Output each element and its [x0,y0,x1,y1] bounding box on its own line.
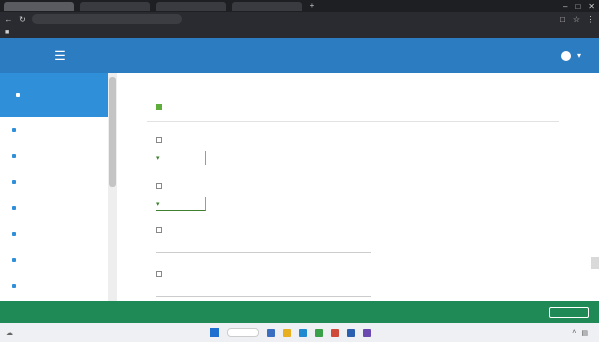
bullet-icon [12,154,16,158]
chevron-down-icon: ▾ [156,200,160,208]
teams-icon[interactable] [363,328,371,337]
hamburger-icon[interactable]: ☰ [52,48,68,64]
bullet-icon [12,206,16,210]
main-panel: ▾ ▾ [117,73,599,301]
field-icon [156,227,162,233]
file-explorer-icon[interactable] [283,328,291,337]
taskbar-apps [210,328,371,337]
bookmark-folder-icon: ■ [5,28,10,36]
weather-widget[interactable]: ☁ [6,329,186,337]
sidebar-item[interactable] [0,169,108,195]
panel-expand-handle[interactable] [591,257,599,269]
footer-bar [0,301,599,323]
address-bar[interactable] [32,14,182,24]
browser-toolbar: ← ↻ □ ☆ ⋮ [0,12,599,26]
footer-button[interactable] [549,306,589,318]
chrome-icon[interactable] [315,328,323,337]
avatar [560,50,571,61]
window-controls: – □ ✕ [563,2,595,11]
form-field [156,225,371,253]
maximize-icon[interactable]: □ [575,2,580,11]
close-icon[interactable]: ✕ [588,2,595,11]
bullet-icon [12,180,16,184]
scrollbar-thumb[interactable] [109,77,116,187]
form-field: ▾ [156,135,356,165]
field-select[interactable]: ▾ [156,197,206,211]
field-value[interactable] [156,241,371,253]
user-menu[interactable]: ▾ [555,50,581,61]
system-tray: ˄ ▤ [572,329,593,337]
chevron-down-icon: ▾ [576,51,581,60]
field-value[interactable] [156,285,371,297]
network-icon[interactable]: ▤ [581,329,588,337]
star-icon[interactable]: ☆ [572,15,581,24]
browser-tab[interactable] [156,1,226,11]
sidebar-item[interactable] [0,273,108,299]
sidebar-item[interactable] [0,247,108,273]
bullet-icon [12,128,16,132]
back-icon[interactable]: ← [4,15,13,24]
section-icon [156,104,162,110]
new-tab-icon[interactable]: + [308,2,316,10]
taskbar-search[interactable] [227,328,259,337]
taskbar: ☁ ˄ ▤ [0,323,599,342]
task-view-icon[interactable] [267,328,275,337]
bookmarks-bar: ■ [0,26,599,38]
browser-tab-strip: + – □ ✕ [0,0,599,12]
weather-icon: ☁ [6,329,13,337]
form-field [156,269,371,297]
sidebar-item[interactable] [0,73,108,117]
sidebar [0,73,108,301]
bullet-icon [12,258,16,262]
field-icon [156,137,162,143]
divider [147,121,559,122]
windows-start-icon[interactable] [210,328,219,337]
edge-icon[interactable] [299,328,307,337]
reload-icon[interactable]: ↻ [18,15,27,24]
bullet-icon [12,232,16,236]
minimize-icon[interactable]: – [563,2,567,11]
menu-dots-icon[interactable]: ⋮ [586,15,595,24]
chevron-down-icon: ▾ [156,155,160,162]
chevron-up-icon[interactable]: ˄ [572,329,576,336]
section-header [156,104,167,110]
sidebar-item[interactable] [0,221,108,247]
field-select[interactable]: ▾ [156,151,206,165]
sidebar-scrollbar[interactable] [108,73,117,301]
browser-tab[interactable] [232,1,302,11]
bullet-icon [12,284,16,288]
sidebar-item[interactable] [0,195,108,221]
sidebar-item[interactable] [0,143,108,169]
app-header: ☰ ▾ [0,38,599,73]
field-icon [156,183,162,189]
browser-tab[interactable] [4,1,74,11]
extensions-icon[interactable]: □ [558,15,567,24]
browser-tab[interactable] [80,1,150,11]
word-icon[interactable] [347,328,355,337]
form-field: ▾ [156,181,356,211]
field-icon [156,271,162,277]
app-icon[interactable] [331,328,339,337]
bullet-icon [16,93,20,97]
sidebar-item[interactable] [0,117,108,143]
